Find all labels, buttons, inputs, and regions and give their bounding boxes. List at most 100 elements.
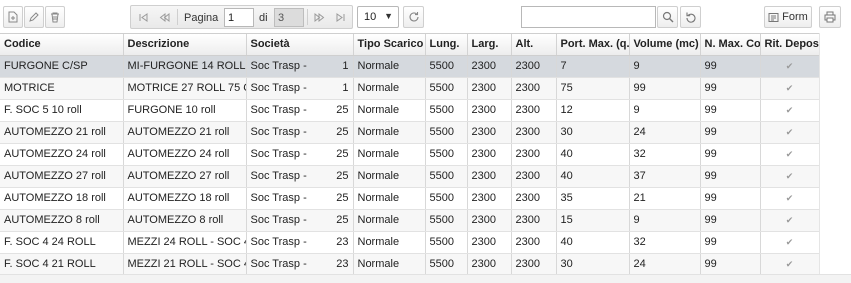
max-colli-cell: 99 [700, 77, 761, 100]
volume-cell: 37 [629, 165, 701, 188]
societa-code: 25 [336, 148, 349, 160]
table-row[interactable]: F. SOC 4 21 ROLL MEZZI 21 ROLL - SOC 4 23 S… [0, 253, 820, 276]
reset-search-button[interactable] [680, 6, 701, 28]
descrizione-cell: MOTRICE 27 ROLL 75 C [123, 77, 247, 100]
refresh-button[interactable] [403, 6, 424, 28]
pagination-bar: Pagina di [130, 5, 353, 29]
larghezza-cell: 2300 [467, 187, 512, 210]
rit-deposito-cell: ✔ [760, 55, 820, 78]
larghezza-cell: 2300 [467, 253, 512, 276]
rows-per-page-value: 10 [364, 11, 377, 23]
table-row[interactable]: F. SOC 5 10 roll FURGONE 10 roll 25 Soc Tra… [0, 99, 820, 122]
form-button-label: Form [782, 11, 808, 23]
rows-per-page-select[interactable]: 10 ▼ [357, 6, 399, 28]
descrizione-cell: FURGONE 10 roll [123, 99, 247, 122]
portata-cell: 12 [556, 99, 630, 122]
horizontal-scrollbar[interactable] [0, 274, 851, 283]
societa-name: Soc Trasp - [250, 148, 307, 160]
rit-deposito-cell: ✔ [760, 231, 820, 254]
column-header[interactable]: Rit. Depos [760, 34, 820, 56]
chevron-down-icon: ▼ [384, 11, 393, 21]
print-button[interactable] [819, 6, 841, 28]
larghezza-cell: 2300 [467, 55, 512, 78]
table-body: FURGONE C/SP MI-FURGONE 14 ROLL 1 Soc Trasp… [0, 55, 820, 276]
descrizione-cell: AUTOMEZZO 21 roll [123, 121, 247, 144]
table-row[interactable]: MOTRICE MOTRICE 27 ROLL 75 C 1 Soc Trasp - N… [0, 77, 820, 100]
lunghezza-cell: 5500 [425, 253, 468, 276]
column-header[interactable]: Port. Max. (q. [556, 34, 630, 56]
table-row[interactable]: AUTOMEZZO 8 roll AUTOMEZZO 8 roll 25 Soc Tr… [0, 209, 820, 232]
descrizione-cell: MEZZI 24 ROLL - SOC 4 [123, 231, 247, 254]
column-header[interactable]: Larg. [467, 34, 512, 56]
tipo-scarico-cell: Normale [353, 231, 426, 254]
prev-page-button[interactable] [154, 8, 174, 26]
codice-cell: F. SOC 5 10 roll [0, 99, 124, 122]
tipo-scarico-cell: Normale [353, 165, 426, 188]
portata-cell: 7 [556, 55, 630, 78]
altezza-cell: 2300 [511, 77, 557, 100]
table-row[interactable]: AUTOMEZZO 18 roll AUTOMEZZO 18 roll 25 Soc … [0, 187, 820, 210]
edit-record-button[interactable] [24, 6, 44, 28]
page-input[interactable] [224, 8, 254, 27]
tipo-scarico-cell: Normale [353, 55, 426, 78]
column-header[interactable]: Volume (mc) [629, 34, 701, 56]
checkmark-icon: ✔ [785, 192, 794, 203]
volume-cell: 99 [629, 77, 701, 100]
table-row[interactable]: F. SOC 4 24 ROLL MEZZI 24 ROLL - SOC 4 23 S… [0, 231, 820, 254]
rit-deposito-cell: ✔ [760, 209, 820, 232]
column-header[interactable]: Descrizione [123, 34, 247, 56]
delete-record-button[interactable] [45, 6, 65, 28]
altezza-cell: 2300 [511, 253, 557, 276]
societa-cell: 1 Soc Trasp - [246, 55, 354, 78]
tipo-scarico-cell: Normale [353, 143, 426, 166]
pencil-icon [29, 12, 39, 22]
societa-code: 23 [336, 236, 349, 248]
societa-cell: 25 Soc Trasp - [246, 143, 354, 166]
lunghezza-cell: 5500 [425, 165, 468, 188]
column-header[interactable]: Società [246, 34, 354, 56]
column-header[interactable]: Lung. [425, 34, 468, 56]
column-header[interactable]: Alt. [511, 34, 557, 56]
checkmark-icon: ✔ [785, 82, 794, 93]
societa-name: Soc Trasp - [250, 258, 307, 270]
codice-cell: MOTRICE [0, 77, 124, 100]
checkmark-icon: ✔ [785, 104, 794, 115]
tipo-scarico-cell: Normale [353, 209, 426, 232]
search-button[interactable] [657, 6, 678, 28]
first-page-button[interactable] [133, 8, 153, 26]
column-header[interactable]: N. Max. Co [700, 34, 761, 56]
codice-cell: AUTOMEZZO 24 roll [0, 143, 124, 166]
lunghezza-cell: 5500 [425, 143, 468, 166]
descrizione-cell: AUTOMEZZO 24 roll [123, 143, 247, 166]
table-row[interactable]: AUTOMEZZO 27 roll AUTOMEZZO 27 roll 25 Soc … [0, 165, 820, 188]
rit-deposito-cell: ✔ [760, 121, 820, 144]
societa-name: Soc Trasp - [250, 192, 307, 204]
societa-cell: 1 Soc Trasp - [246, 77, 354, 100]
descrizione-cell: MEZZI 21 ROLL - SOC 4 [123, 253, 247, 276]
of-label: di [259, 12, 268, 24]
next-page-icon [314, 12, 324, 22]
last-page-button[interactable] [330, 8, 350, 26]
data-grid: Codice Descrizione Società Tipo Scarico … [0, 33, 820, 276]
volume-cell: 9 [629, 55, 701, 78]
total-pages-field [274, 8, 304, 27]
larghezza-cell: 2300 [467, 165, 512, 188]
table-row[interactable]: AUTOMEZZO 21 roll AUTOMEZZO 21 roll 25 Soc … [0, 121, 820, 144]
new-record-button[interactable] [3, 6, 23, 28]
search-input[interactable] [521, 6, 656, 28]
column-header[interactable]: Tipo Scarico [353, 34, 426, 56]
codice-cell: AUTOMEZZO 8 roll [0, 209, 124, 232]
undo-icon [685, 12, 696, 23]
table-row[interactable]: FURGONE C/SP MI-FURGONE 14 ROLL 1 Soc Trasp… [0, 55, 820, 78]
max-colli-cell: 99 [700, 231, 761, 254]
table-row[interactable]: AUTOMEZZO 24 roll AUTOMEZZO 24 roll 25 Soc … [0, 143, 820, 166]
form-view-button[interactable]: Form [764, 6, 812, 28]
larghezza-cell: 2300 [467, 99, 512, 122]
column-header[interactable]: Codice [0, 34, 124, 56]
societa-cell: 25 Soc Trasp - [246, 187, 354, 210]
grid-empty-area [819, 33, 851, 283]
first-page-icon [139, 12, 147, 22]
next-page-button[interactable] [309, 8, 329, 26]
societa-name: Soc Trasp - [250, 82, 307, 94]
descrizione-cell: MI-FURGONE 14 ROLL [123, 55, 247, 78]
